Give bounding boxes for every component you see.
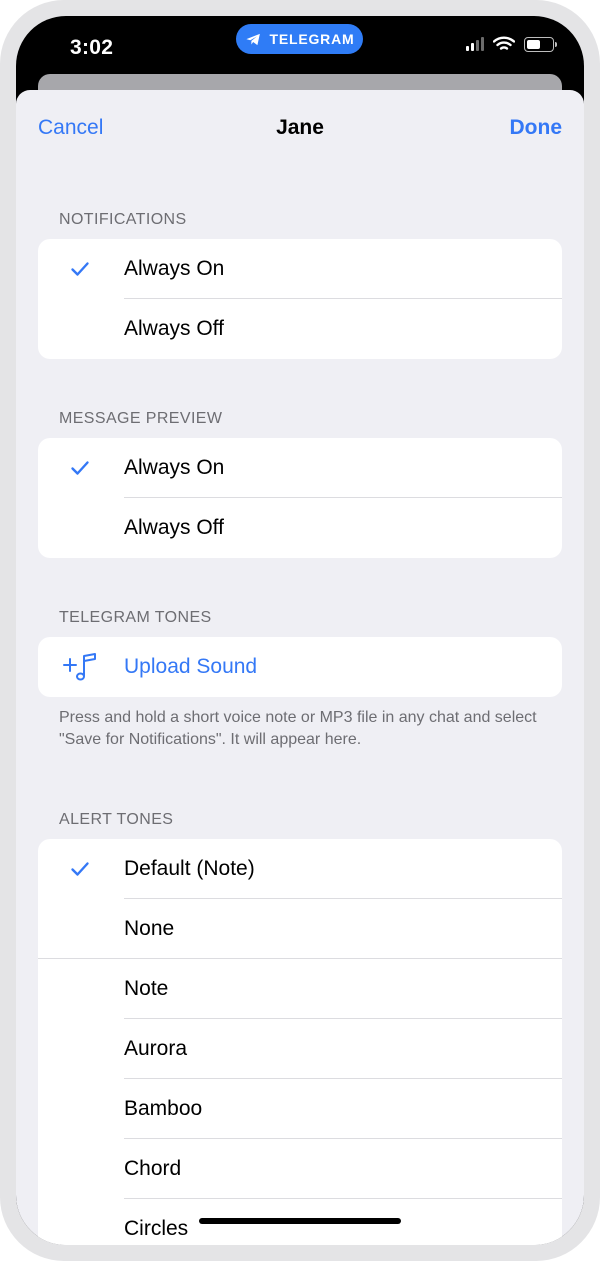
notifications-always-on-row[interactable]: Always On <box>38 239 562 299</box>
pill-label: TELEGRAM <box>269 31 355 47</box>
telegram-tones-footer: Press and hold a short voice note or MP3… <box>59 709 537 748</box>
row-label: Always On <box>124 456 225 479</box>
upload-sound-button[interactable]: Upload Sound <box>38 637 562 697</box>
row-label: Always Off <box>124 317 224 340</box>
row-label: Aurora <box>124 1037 188 1060</box>
page-title: Jane <box>276 116 324 139</box>
alert-tones-header: ALERT TONES <box>59 811 174 828</box>
battery-icon <box>524 36 557 52</box>
notifications-always-off-row[interactable]: Always Off <box>38 299 562 359</box>
preview-always-off-row[interactable]: Always Off <box>38 498 562 558</box>
notifications-group: Always On Always Off <box>38 239 562 359</box>
add-music-note-icon <box>63 653 96 681</box>
row-label: Default (Note) <box>124 857 255 880</box>
alert-tone-bamboo-row[interactable]: Bamboo <box>38 1079 562 1139</box>
checkmark-icon <box>71 262 89 276</box>
row-label: Note <box>124 977 169 1000</box>
cellular-signal-icon <box>466 37 484 51</box>
status-icons <box>466 36 557 52</box>
alert-tone-none-row[interactable]: None <box>38 899 562 959</box>
telegram-tones-group: Upload Sound <box>38 637 562 697</box>
alert-tone-default-row[interactable]: Default (Note) <box>38 839 562 899</box>
home-indicator[interactable] <box>199 1218 401 1224</box>
telegram-icon <box>245 33 260 45</box>
message-preview-header: MESSAGE PREVIEW <box>59 410 223 427</box>
upload-sound-label: Upload Sound <box>124 655 258 678</box>
notification-settings-sheet: Cancel Jane Done NOTIFICATIONS Always On… <box>16 90 584 1245</box>
telegram-tones-header: TELEGRAM TONES <box>59 609 212 626</box>
row-label: Chord <box>124 1157 182 1180</box>
alert-tone-chord-row[interactable]: Chord <box>38 1139 562 1199</box>
notifications-header: NOTIFICATIONS <box>59 211 187 228</box>
checkmark-icon <box>71 862 89 876</box>
phone-frame: 3:02 TELEGRAM Cancel Jane Done NOTIFICAT… <box>0 0 600 1261</box>
alert-tone-aurora-row[interactable]: Aurora <box>38 1019 562 1079</box>
nav-bar: Cancel Jane Done <box>16 90 584 170</box>
row-label: None <box>124 917 175 940</box>
telegram-pill[interactable]: TELEGRAM <box>236 24 363 54</box>
checkmark-icon <box>71 461 89 475</box>
row-label: Always Off <box>124 516 224 539</box>
status-time: 3:02 <box>70 36 114 59</box>
alert-tone-note-row[interactable]: Note <box>38 959 562 1019</box>
row-label: Circles <box>124 1217 189 1240</box>
row-label: Bamboo <box>124 1097 203 1120</box>
screen: 3:02 TELEGRAM Cancel Jane Done NOTIFICAT… <box>16 16 584 1245</box>
row-label: Always On <box>124 257 225 280</box>
done-button[interactable]: Done <box>510 116 563 140</box>
alert-tones-group: Default (Note) None Note Aurora Bamboo C… <box>38 839 562 1245</box>
preview-always-on-row[interactable]: Always On <box>38 438 562 498</box>
message-preview-group: Always On Always Off <box>38 438 562 558</box>
wifi-icon <box>493 36 515 52</box>
